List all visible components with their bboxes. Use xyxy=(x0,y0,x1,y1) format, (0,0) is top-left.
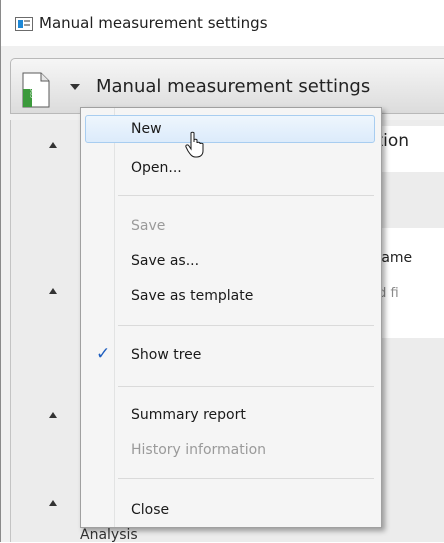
menu-separator xyxy=(118,478,374,479)
menu-item-save-as[interactable]: Save as... xyxy=(85,247,375,275)
collapse-icon[interactable] xyxy=(49,412,57,418)
menu-separator xyxy=(118,195,374,196)
menu-item-open[interactable]: Open... xyxy=(85,154,375,182)
tree-item-analysis[interactable]: Analysis xyxy=(80,527,138,543)
collapse-icon[interactable] xyxy=(49,142,57,148)
menu-separator xyxy=(118,386,374,387)
collapse-icon[interactable] xyxy=(49,500,57,506)
menu-item-save: Save xyxy=(131,218,166,234)
menu-item-history-information: History information xyxy=(131,442,267,458)
menu-separator xyxy=(118,325,374,326)
menu-item-show-tree[interactable]: Show tree xyxy=(85,341,375,369)
file-menu-dropdown-icon[interactable] xyxy=(70,84,80,90)
menu-item-close[interactable]: Close xyxy=(85,496,375,524)
window-app-icon xyxy=(15,17,33,31)
menu-item-new[interactable]: New xyxy=(85,115,375,143)
mouse-pointer-icon xyxy=(185,131,204,158)
menu-item-save-as-template[interactable]: Save as template xyxy=(85,282,375,310)
svg-text:SDP: SDP xyxy=(31,88,37,98)
menu-item-summary-report[interactable]: Summary report xyxy=(85,401,375,429)
toolbar-title: Manual measurement settings xyxy=(96,76,371,97)
sdp-document-icon[interactable]: SDP xyxy=(22,72,50,108)
collapse-icon[interactable] xyxy=(49,288,57,294)
window-title: Manual measurement settings xyxy=(39,14,268,32)
title-bar: Manual measurement settings xyxy=(1,0,444,46)
